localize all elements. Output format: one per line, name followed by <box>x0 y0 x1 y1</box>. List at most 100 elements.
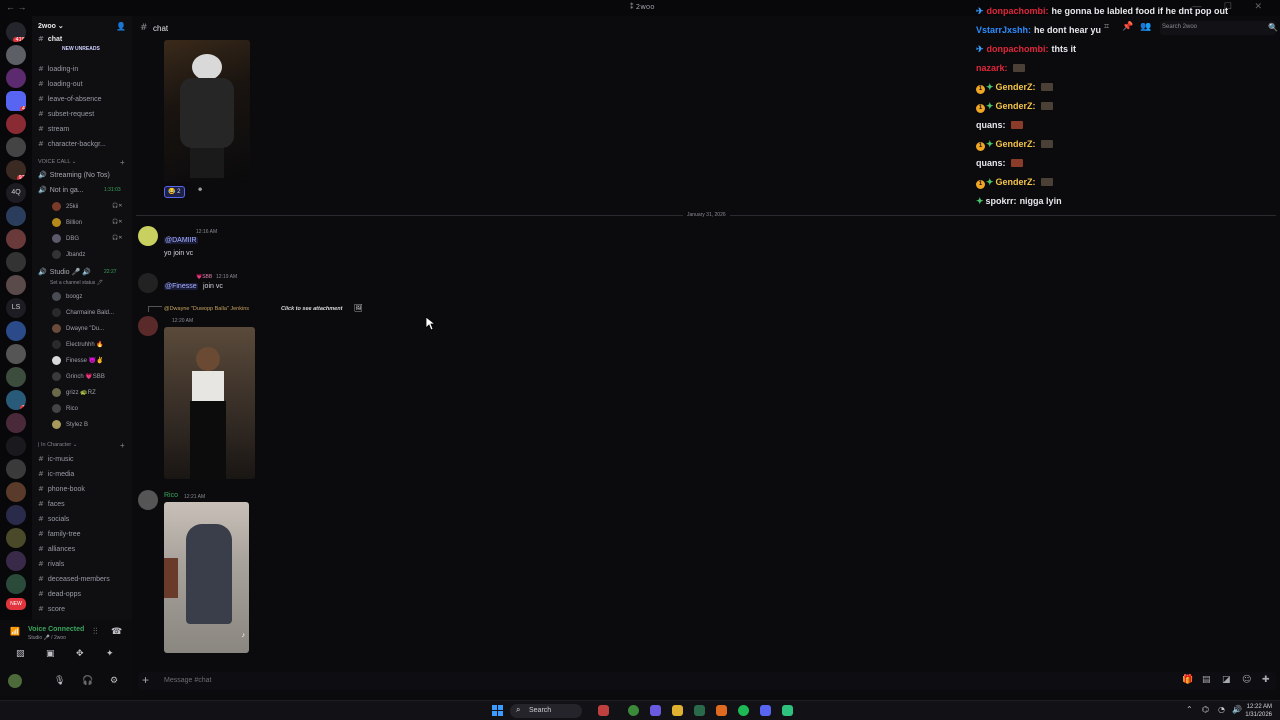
chrome-icon[interactable] <box>628 705 639 716</box>
channel-item[interactable]: # rivals <box>38 560 64 568</box>
video-attachment[interactable]: ♪ <box>164 502 249 653</box>
noise-suppression-icon[interactable]: ⫶⫶ <box>93 627 98 637</box>
add-attachment-icon[interactable]: + <box>142 673 149 687</box>
channel-item[interactable]: # alliances <box>38 545 75 553</box>
file-explorer-icon[interactable] <box>672 705 683 716</box>
server-icon[interactable] <box>6 459 26 479</box>
invite-icon[interactable]: 👤 <box>116 22 126 31</box>
voice-user[interactable]: 25kii 🎧✕ <box>52 202 122 211</box>
voice-user[interactable]: Finesse 😈​✌ <box>52 356 104 365</box>
category-in-character[interactable]: | In Character ⌄ + <box>38 441 125 450</box>
app-icon[interactable] <box>650 705 661 716</box>
image-attachment[interactable] <box>164 40 250 182</box>
emoji-icon[interactable]: ☺ <box>1242 675 1251 685</box>
forward-icon[interactable]: → <box>18 2 27 12</box>
message-input[interactable]: Message #chat <box>164 677 211 684</box>
gif-icon[interactable]: ▤ <box>1202 675 1211 685</box>
voice-status[interactable]: Voice Connected <box>28 626 84 633</box>
message-author[interactable]: Rico <box>164 492 178 499</box>
discord-icon[interactable] <box>760 705 771 716</box>
server-icon[interactable] <box>6 574 26 594</box>
channel-item[interactable]: # deceased-members <box>38 575 110 583</box>
volume-icon[interactable]: 🔊 <box>1232 705 1242 714</box>
channel-item[interactable]: # phone-book <box>38 485 85 493</box>
server-icon[interactable] <box>6 436 26 456</box>
user-mention[interactable]: @DAMIIR <box>164 237 198 244</box>
apps-icon[interactable]: ✚ <box>1262 675 1270 685</box>
image-attachment[interactable] <box>164 327 255 479</box>
channel-item[interactable]: # socials <box>38 515 69 523</box>
channel-chat[interactable]: # chat <box>38 35 62 43</box>
avatar[interactable] <box>8 674 22 688</box>
server-icon[interactable] <box>6 275 26 295</box>
voice-user[interactable]: Jbandz <box>52 250 85 259</box>
voice-channel[interactable]: 🔊 Streaming (No Tos) <box>38 171 110 179</box>
category-voice-call[interactable]: VOICE CALL ⌄ + <box>38 158 125 167</box>
channel-item[interactable]: # character-backgr... <box>38 140 106 148</box>
add-channel-icon[interactable]: + <box>120 441 125 450</box>
back-icon[interactable]: ← <box>6 2 15 12</box>
server-icon-active[interactable]: 4 <box>6 91 26 111</box>
wifi-icon[interactable]: ◔ <box>1218 705 1225 714</box>
server-icon[interactable]: 97 <box>6 160 26 180</box>
voice-user[interactable]: Rico <box>52 404 78 413</box>
microphone-icon[interactable]: 🎙 <box>54 676 65 686</box>
app-icon[interactable] <box>598 705 609 716</box>
channel-item[interactable]: # loading-out <box>38 80 83 88</box>
server-icon[interactable]: LS <box>6 298 26 318</box>
taskbar-search[interactable]: ⌕ Search <box>510 704 582 718</box>
windows-start-icon[interactable] <box>492 705 503 716</box>
channel-status[interactable]: Set a channel status 🖊 <box>50 280 103 286</box>
avatar[interactable] <box>138 273 158 293</box>
avatar[interactable] <box>138 316 158 336</box>
disconnect-icon[interactable]: ☎ <box>111 627 122 637</box>
voice-user[interactable]: DBG 🎧✕ <box>52 234 122 243</box>
server-icon[interactable] <box>6 528 26 548</box>
screen-share-icon[interactable]: ▣ <box>46 649 55 659</box>
avatar[interactable] <box>138 490 158 510</box>
camera-off-icon[interactable]: ▨ <box>16 649 25 659</box>
server-icon[interactable] <box>6 206 26 226</box>
reaction-laugh[interactable]: 😂 2 <box>164 186 185 198</box>
voice-user[interactable]: Dwayne "Du... <box>52 324 104 333</box>
voice-user[interactable]: Charmaine Bald... <box>52 308 114 317</box>
server-icon[interactable] <box>6 137 26 157</box>
server-name[interactable]: 2woo ⌄ <box>38 22 64 30</box>
channel-item[interactable]: # stream <box>38 125 69 133</box>
app-icon[interactable] <box>694 705 705 716</box>
new-badge[interactable]: NEW <box>6 598 26 610</box>
server-icon[interactable] <box>6 45 26 65</box>
voice-user[interactable]: grizz 🐢RZ <box>52 388 96 397</box>
voice-channel-link[interactable]: Studio 🎤 / 2woo <box>28 635 66 641</box>
new-unreads-pill[interactable]: NEW UNREADS <box>62 46 100 52</box>
settings-icon[interactable]: ⚙ <box>110 676 118 686</box>
server-icon[interactable] <box>6 321 26 341</box>
sticker-icon[interactable]: ◪ <box>1222 675 1231 685</box>
app-icon[interactable] <box>782 705 793 716</box>
system-clock[interactable]: 12:22 AM 1/31/2026 <box>1245 703 1272 719</box>
voice-user[interactable]: boogz <box>52 292 82 301</box>
add-channel-icon[interactable]: + <box>120 158 125 167</box>
server-icon[interactable]: 3 <box>6 390 26 410</box>
channel-item[interactable]: # ic-media <box>38 470 74 478</box>
voice-user[interactable]: Electruhhh 🔥 <box>52 340 104 349</box>
server-icon[interactable] <box>6 114 26 134</box>
server-icon[interactable]: 4Q <box>6 183 26 203</box>
add-reaction-icon[interactable]: ☻ <box>194 186 206 198</box>
app-icon[interactable] <box>716 705 727 716</box>
soundboard-icon[interactable]: ✦ <box>106 649 114 659</box>
spotify-icon[interactable] <box>738 705 749 716</box>
voice-channel-studio[interactable]: 🔊 Studio 🎤 🔊 22:27 <box>38 268 117 276</box>
activities-icon[interactable]: ✥ <box>76 649 84 659</box>
server-icon[interactable] <box>6 344 26 364</box>
channel-item[interactable]: # score <box>38 605 65 613</box>
server-icon[interactable] <box>6 413 26 433</box>
server-icon[interactable] <box>6 505 26 525</box>
channel-item[interactable]: # ic-music <box>38 455 74 463</box>
network-icon[interactable]: ⌬ <box>1202 705 1209 714</box>
user-mention[interactable]: @Finesse <box>164 283 198 290</box>
headphones-icon[interactable]: 🎧 <box>82 676 93 686</box>
reply-preview[interactable]: Click to see attachment <box>281 306 342 312</box>
channel-item[interactable]: # family-tree <box>38 530 81 538</box>
voice-channel[interactable]: 🔊 Not in ga... 1:31:03 <box>38 186 121 194</box>
